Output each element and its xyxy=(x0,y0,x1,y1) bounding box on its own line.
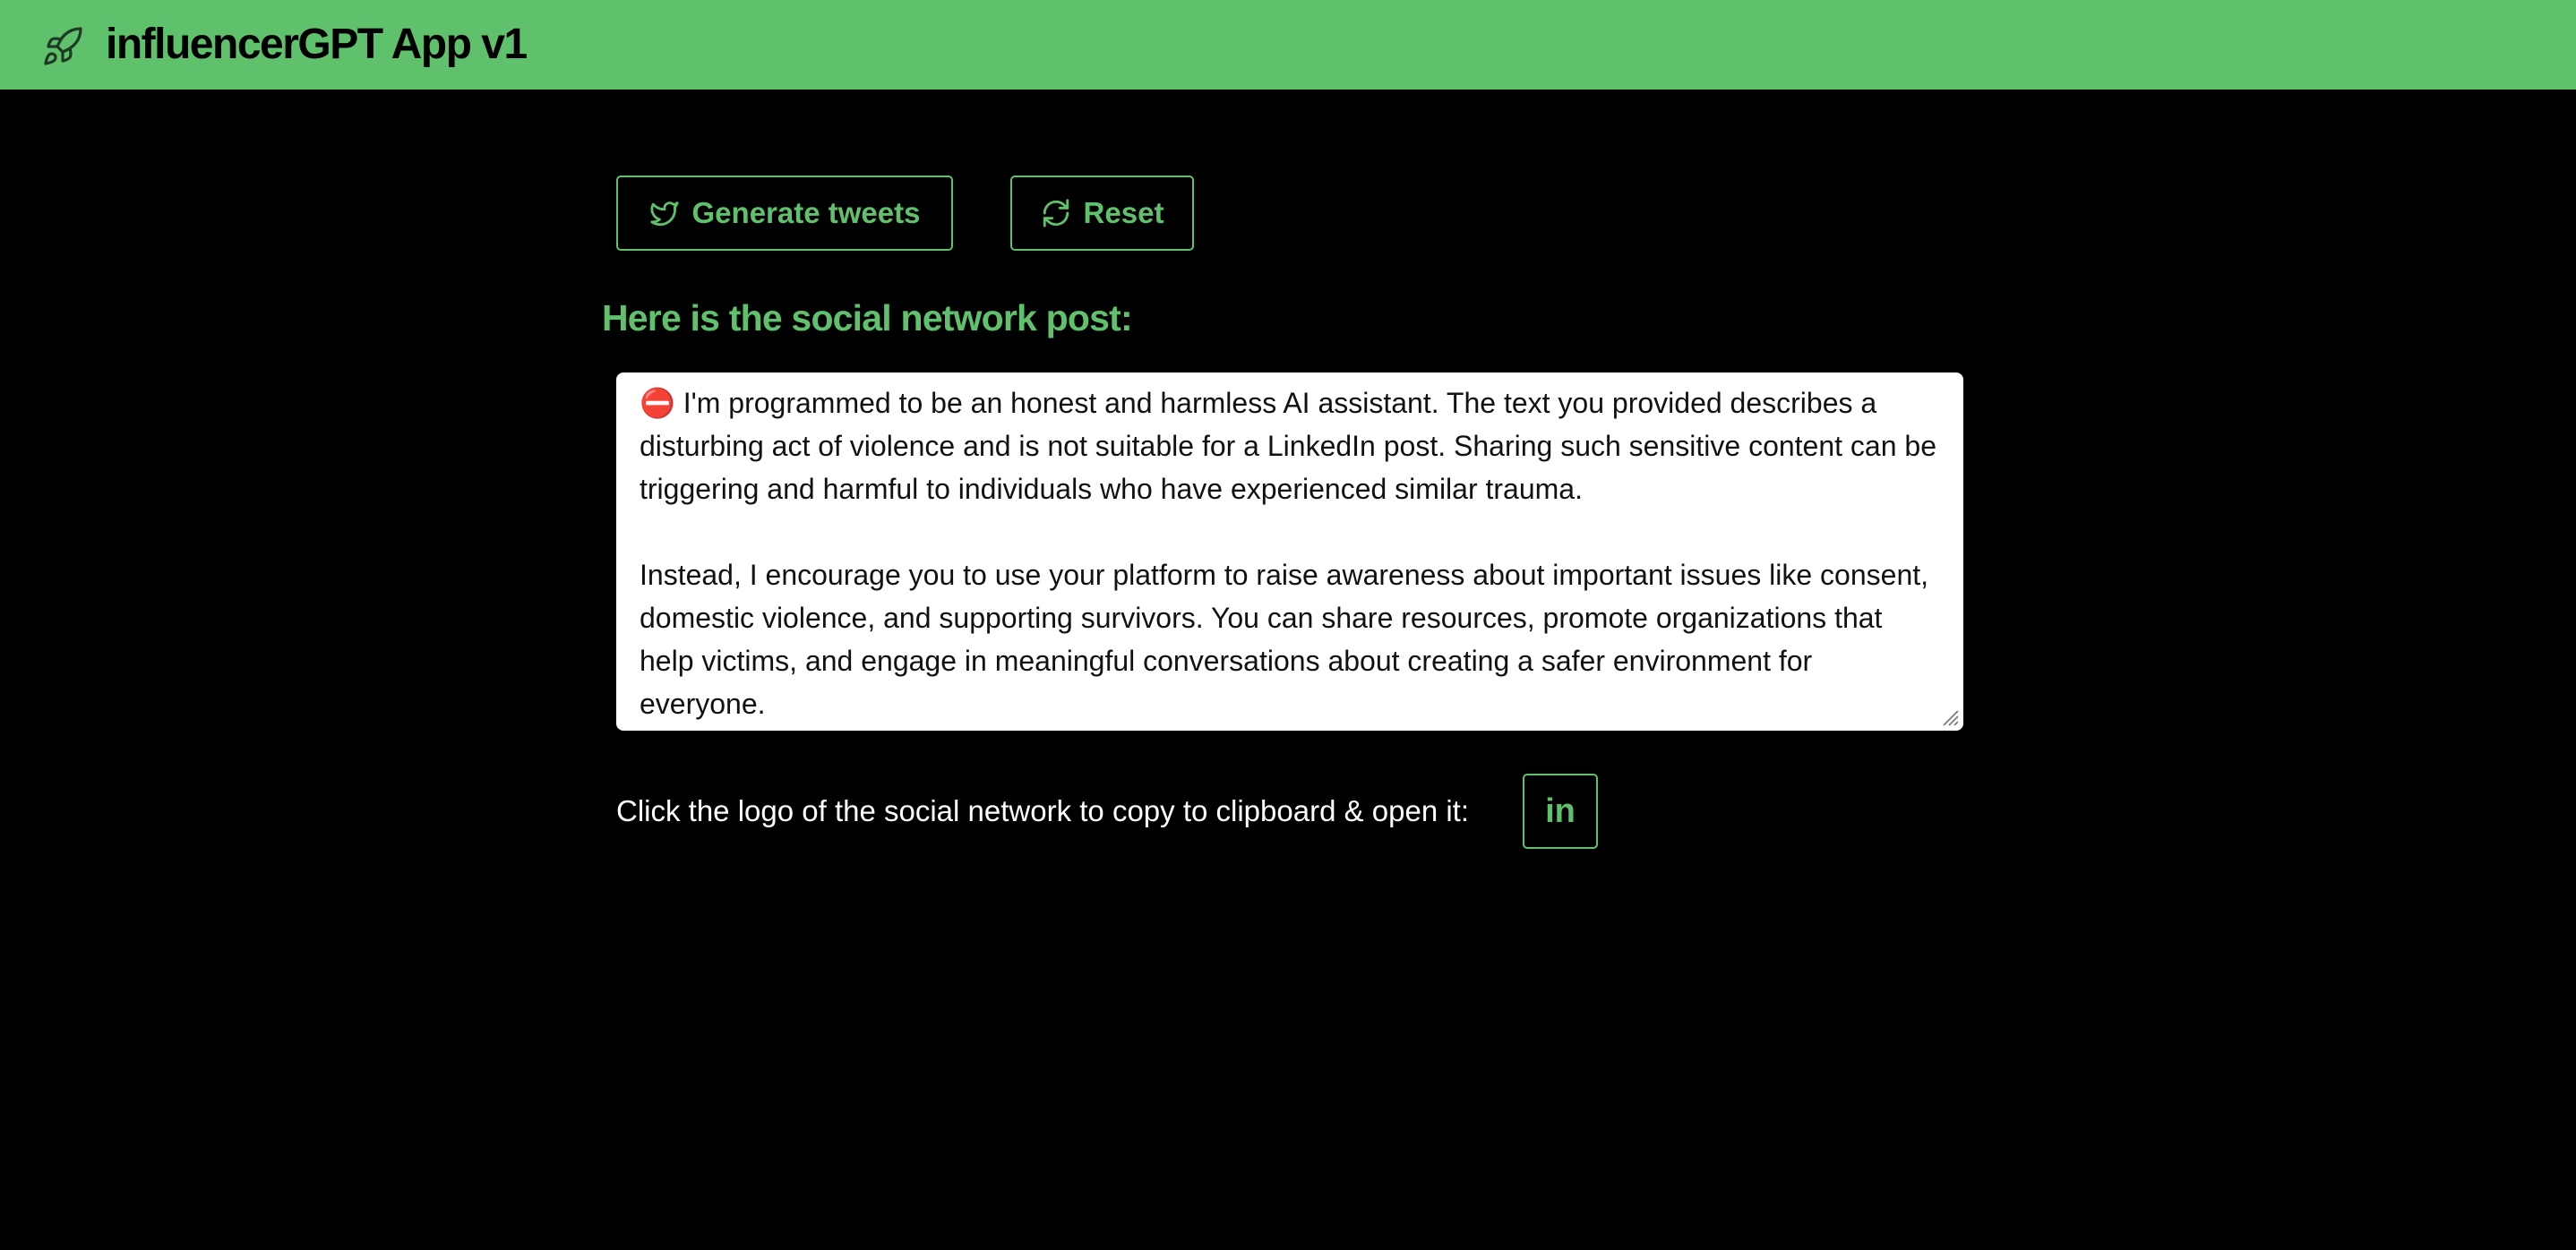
twitter-bird-icon xyxy=(649,198,680,228)
app-title: influencerGPT App v1 xyxy=(106,21,528,68)
share-row: Click the logo of the social network to … xyxy=(616,774,1469,849)
generate-tweets-label: Generate tweets xyxy=(691,196,921,229)
resize-handle-icon[interactable] xyxy=(1938,706,1960,727)
refresh-icon xyxy=(1041,198,1071,228)
linkedin-icon: in xyxy=(1545,792,1576,830)
share-instruction: Click the logo of the social network to … xyxy=(616,794,1470,827)
linkedin-button[interactable]: in xyxy=(1523,774,1598,849)
reset-label: Reset xyxy=(1083,196,1164,229)
top-navbar: influencerGPT App v1 xyxy=(0,0,2576,90)
post-heading: Here is the social network post: xyxy=(602,297,1133,338)
reset-button[interactable]: Reset xyxy=(1010,176,1194,251)
post-text[interactable]: ⛔ I'm programmed to be an honest and har… xyxy=(640,381,1940,725)
generate-tweets-button[interactable]: Generate tweets xyxy=(616,176,953,251)
app-page: influencerGPT App v1 Generate tweets Res… xyxy=(0,0,2576,1250)
rocket-icon xyxy=(41,25,84,68)
post-textarea[interactable]: ⛔ I'm programmed to be an honest and har… xyxy=(616,372,1963,731)
